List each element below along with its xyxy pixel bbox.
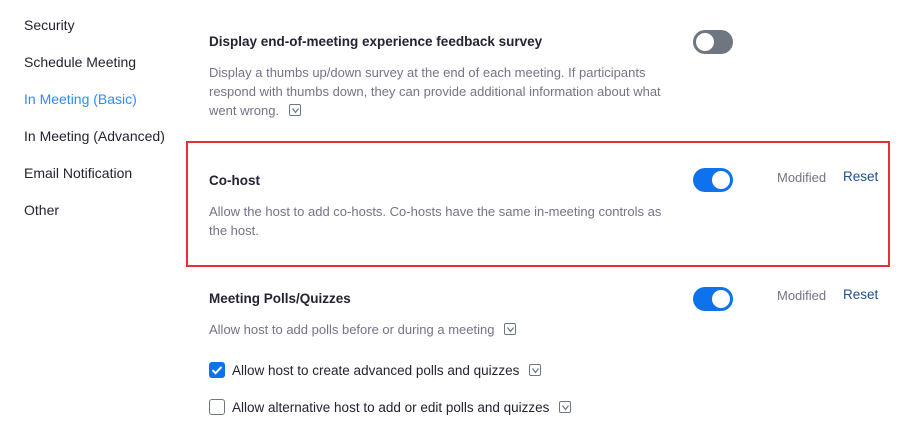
info-icon[interactable] xyxy=(504,323,517,335)
advanced-polls-checkbox[interactable] xyxy=(209,362,225,378)
feedback-survey-description-text: Display a thumbs up/down survey at the e… xyxy=(209,65,661,118)
sidebar-item-in-meeting-basic[interactable]: In Meeting (Basic) xyxy=(24,91,137,107)
advanced-polls-option: Allow host to create advanced polls and … xyxy=(232,363,542,378)
info-icon[interactable] xyxy=(559,401,572,413)
polls-modified-label: Modified xyxy=(777,288,827,303)
alternative-host-polls-label: Allow alternative host to add or edit po… xyxy=(232,400,550,415)
co-host-modified-label: Modified xyxy=(777,170,827,185)
alternative-host-polls-checkbox[interactable] xyxy=(209,399,225,415)
alternative-host-polls-option: Allow alternative host to add or edit po… xyxy=(232,400,572,415)
toggle-knob xyxy=(712,171,730,189)
settings-sidebar: Security Schedule Meeting In Meeting (Ba… xyxy=(0,0,190,435)
co-host-toggle[interactable] xyxy=(693,168,733,192)
checkmark-icon xyxy=(211,366,223,375)
sidebar-item-security[interactable]: Security xyxy=(24,17,75,33)
sidebar-item-schedule-meeting[interactable]: Schedule Meeting xyxy=(24,54,136,70)
co-host-description: Allow the host to add co-hosts. Co-hosts… xyxy=(209,204,662,238)
co-host-reset-link[interactable]: Reset xyxy=(843,169,878,184)
info-icon[interactable] xyxy=(529,364,542,376)
feedback-survey-description: Display a thumbs up/down survey at the e… xyxy=(209,63,679,120)
feedback-survey-toggle[interactable] xyxy=(693,30,733,54)
polls-description: Allow host to add polls before or during… xyxy=(209,320,679,339)
co-host-title: Co-host xyxy=(209,173,260,188)
sidebar-item-other[interactable]: Other xyxy=(24,202,59,218)
polls-title: Meeting Polls/Quizzes xyxy=(209,291,351,306)
toggle-knob xyxy=(696,33,714,51)
info-icon[interactable] xyxy=(288,104,301,116)
sidebar-item-email-notification[interactable]: Email Notification xyxy=(24,165,132,181)
advanced-polls-label: Allow host to create advanced polls and … xyxy=(232,363,520,378)
polls-toggle[interactable] xyxy=(693,287,733,311)
toggle-knob xyxy=(712,290,730,308)
polls-description-text: Allow host to add polls before or during… xyxy=(209,322,495,337)
polls-reset-link[interactable]: Reset xyxy=(843,287,878,302)
sidebar-item-in-meeting-advanced[interactable]: In Meeting (Advanced) xyxy=(24,128,165,144)
feedback-survey-title: Display end-of-meeting experience feedba… xyxy=(209,34,543,49)
